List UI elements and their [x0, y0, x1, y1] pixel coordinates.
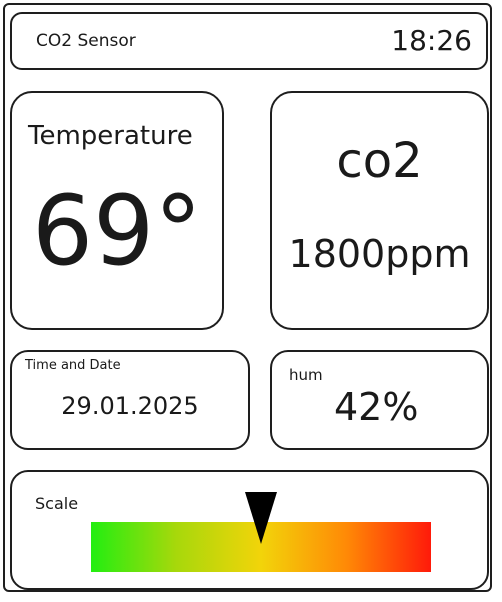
- co2-card: co2 1800ppm: [270, 91, 489, 330]
- datetime-card: Time and Date 29.01.2025: [10, 350, 250, 450]
- scale-card: Scale: [10, 470, 489, 590]
- humidity-value: 42%: [334, 385, 419, 429]
- temperature-value: 69°: [32, 175, 203, 287]
- co2-label: co2: [336, 133, 423, 189]
- humidity-card: hum 42%: [270, 350, 489, 450]
- clock-display: 18:26: [391, 24, 472, 57]
- humidity-label: hum: [289, 366, 323, 384]
- temperature-label: Temperature: [28, 121, 193, 151]
- header-bar: CO2 Sensor 18:26: [10, 12, 488, 70]
- app-title: CO2 Sensor: [36, 31, 136, 51]
- scale-pointer-icon: [245, 492, 277, 544]
- datetime-label: Time and Date: [25, 358, 121, 373]
- date-value: 29.01.2025: [61, 392, 199, 420]
- scale-label: Scale: [35, 494, 79, 513]
- co2-value: 1800ppm: [288, 232, 471, 276]
- temperature-card: Temperature 69°: [10, 91, 224, 330]
